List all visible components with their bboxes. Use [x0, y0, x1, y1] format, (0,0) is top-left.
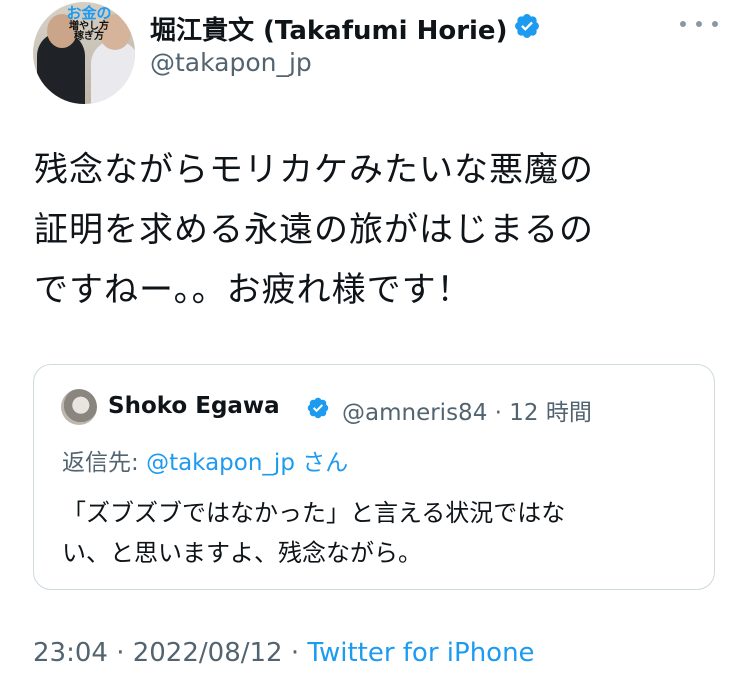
verified-icon [307, 397, 329, 419]
quote-text: 「ズブズブではなかった」と言える状況ではな い、と思いますよ、残念ながら。 [62, 499, 566, 567]
author-display-name[interactable]: 堀江貴文 (Takafumi Horie) [150, 10, 507, 47]
avatar-book-title-line1: お金の [66, 4, 112, 22]
tweet-text: 残念ながらモリカケみたいな悪魔の 証明を求める永遠の旅がはじまるの ですねー。。… [34, 150, 594, 310]
more-icon-dot [712, 21, 718, 27]
author-handle[interactable]: @takapon_jp [150, 48, 312, 77]
reply-to-prefix: 返信先: [62, 450, 147, 476]
quote-handle-and-time: @amneris84 · 12 時間 [342, 400, 592, 426]
quote-avatar [61, 389, 97, 425]
tweet-timestamp[interactable]: 23:04 · 2022/08/12 · [33, 638, 307, 668]
avatar-book-title-line3: 稼ぎ方 [74, 31, 104, 43]
avatar-book-title: お金の 増やし方 稼ぎ方 [63, 4, 115, 43]
more-button[interactable] [677, 16, 721, 32]
reply-to-mention[interactable]: @takapon_jp [146, 450, 295, 476]
more-icon-dot [696, 21, 702, 27]
reply-to-line: 返信先: @takapon_jp さん [62, 443, 348, 477]
quote-author-name: Shoko Egawa [108, 393, 280, 419]
author-avatar[interactable]: お金の 増やし方 稼ぎ方 [33, 2, 135, 104]
reply-to-suffix: さん [294, 450, 349, 476]
verified-icon [515, 14, 539, 38]
quote-tweet-card[interactable]: Shoko Egawa @amneris84 · 12 時間 返信先: @tak… [33, 364, 715, 590]
more-icon-dot [680, 21, 686, 27]
tweet-metadata: 23:04 · 2022/08/12 · Twitter for iPhone [33, 638, 535, 668]
tweet-source-link[interactable]: Twitter for iPhone [307, 638, 534, 668]
